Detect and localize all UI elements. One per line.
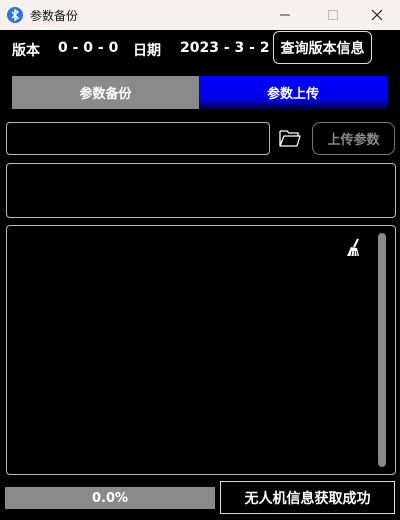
- minimize-button[interactable]: [262, 0, 308, 30]
- folder-open-icon[interactable]: [279, 128, 301, 148]
- tab-param-upload[interactable]: 参数上传: [199, 76, 387, 109]
- date-label: 日期: [133, 43, 161, 59]
- title-bar: 参数备份: [0, 0, 400, 30]
- close-button[interactable]: [354, 0, 400, 30]
- maximize-icon: [328, 10, 338, 20]
- close-icon: [371, 9, 383, 21]
- version-label: 版本: [12, 43, 40, 59]
- log-scrollbar[interactable]: [378, 233, 386, 467]
- version-value: 0 - 0 - 0: [58, 40, 119, 56]
- version-info-row: 版本 0 - 0 - 0 日期 2023 - 3 - 2 查询版本信息: [0, 30, 400, 66]
- tab-param-backup[interactable]: 参数备份: [12, 76, 199, 109]
- upload-params-button[interactable]: 上传参数: [312, 122, 395, 155]
- minimize-icon: [280, 14, 290, 16]
- date-value: 2023 - 3 - 2: [180, 40, 270, 56]
- file-path-input[interactable]: [6, 122, 270, 155]
- app-icon: [7, 7, 23, 23]
- progress-text: 0.0%: [91, 490, 129, 506]
- query-version-button[interactable]: 查询版本信息: [273, 31, 372, 64]
- window-title: 参数备份: [30, 9, 79, 23]
- info-panel: [6, 163, 396, 218]
- maximize-button[interactable]: [310, 0, 356, 30]
- status-message: 无人机信息获取成功: [220, 481, 395, 514]
- progress-bar: 0.0%: [5, 487, 215, 509]
- log-panel: [6, 225, 396, 475]
- broom-clear-icon[interactable]: [345, 238, 363, 258]
